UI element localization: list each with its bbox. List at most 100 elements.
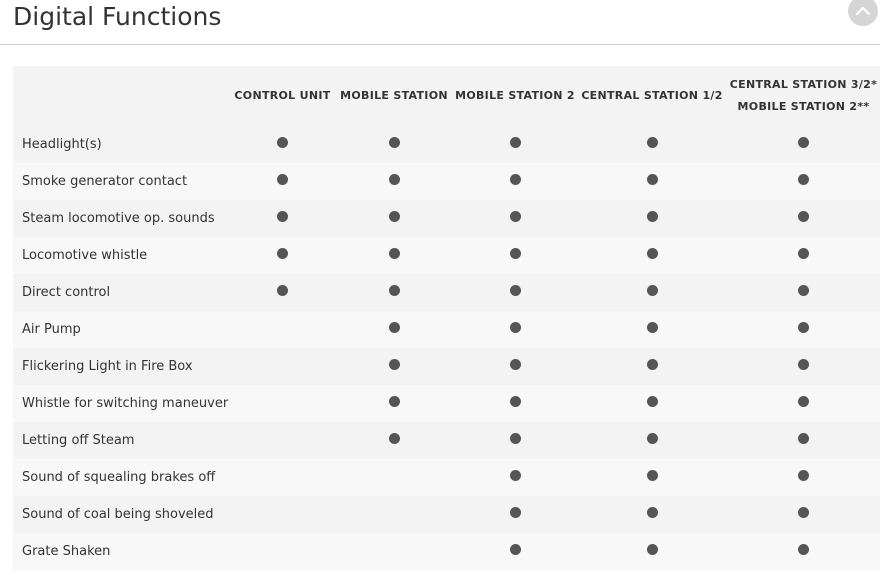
supported-dot-icon	[798, 174, 809, 185]
supported-dot-icon	[388, 433, 400, 444]
collapse-button[interactable]	[848, 0, 878, 26]
supported-dot-icon	[646, 211, 658, 222]
table-row: Flickering Light in Fire Box	[13, 348, 880, 385]
function-name: Flickering Light in Fire Box	[22, 359, 193, 374]
support-cell	[727, 200, 880, 237]
support-cell	[453, 533, 577, 570]
support-cell	[335, 163, 453, 200]
supported-dot-icon	[509, 396, 521, 407]
table-row: Sound of coal being shoveled	[13, 496, 880, 533]
support-cell	[453, 496, 577, 533]
supported-dot-icon	[509, 211, 521, 222]
supported-dot-icon	[798, 433, 809, 444]
supported-dot-icon	[798, 507, 809, 518]
function-name: Sound of squealing brakes off	[22, 470, 216, 485]
support-cell	[335, 459, 453, 496]
function-column-header	[13, 66, 230, 126]
function-name: Letting off Steam	[22, 433, 135, 448]
support-cell	[335, 200, 453, 237]
support-cell	[727, 126, 880, 163]
support-cell	[453, 126, 577, 163]
function-name: Steam locomotive op. sounds	[22, 211, 215, 226]
table-row: Grate Shaken	[13, 533, 880, 570]
table-row: Letting off Steam	[13, 422, 880, 459]
support-cell	[335, 237, 453, 274]
column-header-label: MOBILE STATION 2**	[737, 100, 870, 113]
table-row: Air Pump	[13, 311, 880, 348]
support-cell	[230, 348, 335, 385]
function-name: Direct control	[22, 285, 111, 300]
support-cell	[727, 385, 880, 422]
support-cell	[230, 533, 335, 570]
supported-dot-icon	[646, 433, 658, 444]
column-header: MOBILE STATION	[335, 66, 453, 126]
table-row: Sound of squealing brakes off	[13, 459, 880, 496]
support-cell	[577, 274, 727, 311]
supported-dot-icon	[277, 285, 288, 296]
page-title: Digital Functions	[13, 2, 222, 31]
table-body: Headlight(s) Smoke generator contact Steam…	[13, 126, 880, 570]
support-cell	[577, 348, 727, 385]
support-cell	[453, 274, 577, 311]
support-cell	[727, 496, 880, 533]
support-cell	[577, 496, 727, 533]
support-cell	[727, 311, 880, 348]
support-cell	[577, 237, 727, 274]
support-cell	[577, 385, 727, 422]
supported-dot-icon	[646, 470, 658, 481]
support-cell	[727, 163, 880, 200]
supported-dot-icon	[509, 507, 521, 518]
function-name: Sound of coal being shoveled	[22, 507, 214, 522]
supported-dot-icon	[277, 137, 288, 148]
support-cell	[453, 348, 577, 385]
function-name: Grate Shaken	[22, 544, 111, 559]
support-cell	[230, 126, 335, 163]
table-row: Whistle for switching maneuver	[13, 385, 880, 422]
support-cell	[230, 200, 335, 237]
supported-dot-icon	[798, 137, 809, 148]
supported-dot-icon	[798, 285, 809, 296]
function-name: Air Pump	[22, 322, 81, 337]
column-header: CENTRAL STATION 3/2* MOBILE STATION 2**	[727, 66, 880, 126]
supported-dot-icon	[798, 359, 809, 370]
support-cell	[727, 533, 880, 570]
function-name: Smoke generator contact	[22, 174, 188, 189]
support-cell	[230, 385, 335, 422]
support-cell	[577, 200, 727, 237]
support-cell	[577, 163, 727, 200]
supported-dot-icon	[388, 248, 400, 259]
supported-dot-icon	[388, 396, 400, 407]
support-cell	[335, 385, 453, 422]
supported-dot-icon	[388, 359, 400, 370]
section-header: Digital Functions	[0, 0, 880, 45]
supported-dot-icon	[646, 137, 658, 148]
digital-functions-table: CONTROL UNIT MOBILE STATION MOBILE STATION…	[13, 66, 880, 570]
support-cell	[453, 311, 577, 348]
supported-dot-icon	[509, 248, 521, 259]
support-cell	[727, 274, 880, 311]
support-cell	[453, 459, 577, 496]
table-header-row: CONTROL UNIT MOBILE STATION MOBILE STATION…	[13, 66, 880, 126]
function-name: Locomotive whistle	[22, 248, 148, 263]
supported-dot-icon	[798, 396, 809, 407]
support-cell	[230, 274, 335, 311]
supported-dot-icon	[798, 322, 809, 333]
supported-dot-icon	[646, 544, 658, 555]
supported-dot-icon	[646, 174, 658, 185]
support-cell	[577, 422, 727, 459]
chevron-up-icon	[855, 6, 871, 16]
column-header-label: CENTRAL STATION 1/2	[581, 89, 723, 102]
support-cell	[335, 348, 453, 385]
table-row: Smoke generator contact	[13, 163, 880, 200]
support-cell	[335, 126, 453, 163]
column-header-label: MOBILE STATION 2	[455, 89, 575, 102]
support-cell	[727, 459, 880, 496]
support-cell	[335, 274, 453, 311]
support-cell	[577, 459, 727, 496]
support-cell	[230, 237, 335, 274]
function-name: Headlight(s)	[22, 137, 102, 152]
supported-dot-icon	[277, 174, 288, 185]
support-cell	[453, 163, 577, 200]
supported-dot-icon	[277, 248, 288, 259]
support-cell	[453, 237, 577, 274]
